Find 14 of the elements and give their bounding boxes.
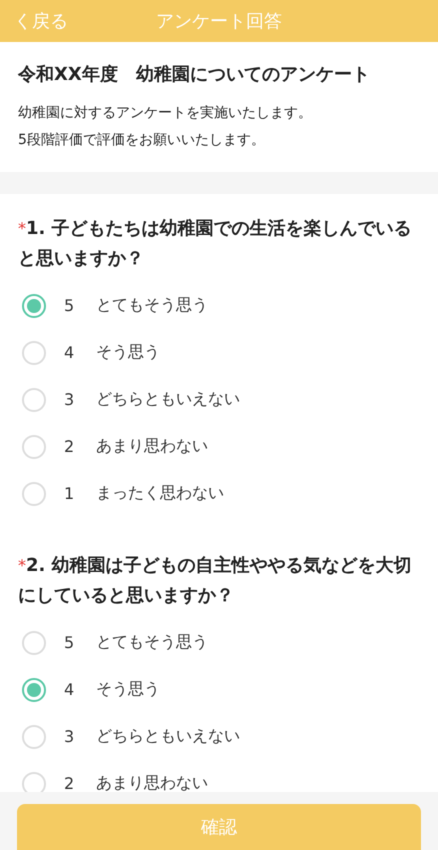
intro-text: 5段階評価で評価をお願いいたします。 bbox=[18, 131, 266, 150]
radio-option[interactable]: 5 とてもそう思う bbox=[18, 282, 420, 329]
radio-option[interactable]: 3 どちらともいえない bbox=[18, 713, 420, 760]
question-title: *2. 幼稚園は子どもの自主性ややる気などを大切にしていると思いますか？ bbox=[18, 554, 413, 608]
radio-option[interactable]: 4 そう思う bbox=[18, 666, 420, 713]
survey-title: 令和XX年度 幼稚園についてのアンケート bbox=[18, 63, 371, 86]
radio-option[interactable]: 1 まったく思わない bbox=[18, 470, 420, 517]
radio-option[interactable]: 2 あまり思わない bbox=[18, 423, 420, 470]
radio-option[interactable]: 4 そう思う bbox=[18, 329, 420, 376]
intro-text: 幼稚園に対するアンケートを実施いたします。 bbox=[18, 104, 313, 123]
screen-title: アンケート回答 bbox=[156, 10, 282, 33]
radio-option[interactable]: 3 どちらともいえない bbox=[18, 376, 420, 423]
radio-option[interactable]: 5 とてもそう思う bbox=[18, 619, 420, 666]
question-title: *1. 子どもたちは幼稚園での生活を楽しんでいると思いますか？ bbox=[18, 217, 413, 271]
